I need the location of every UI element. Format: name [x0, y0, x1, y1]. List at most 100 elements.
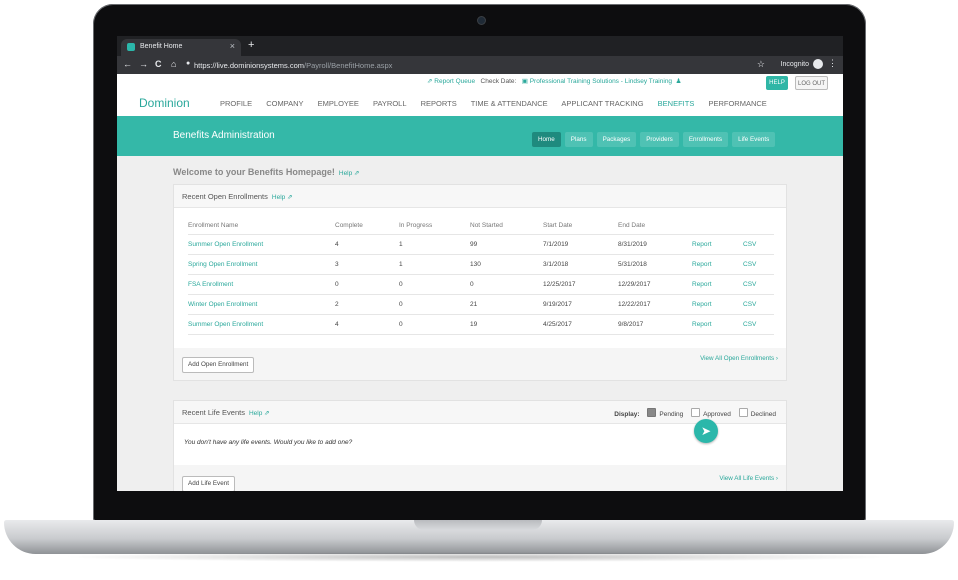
cell-not-started: 19	[470, 321, 478, 328]
user-icon[interactable]: ♟	[676, 78, 682, 85]
csv-link[interactable]: CSV	[743, 241, 756, 248]
back-icon[interactable]: ←	[123, 59, 132, 69]
enrollments-title: Recent Open Enrollments Help ⇗	[182, 192, 293, 201]
enrollments-panel-footer: Add Open Enrollment View All Open Enroll…	[174, 348, 786, 380]
cell-start-date: 3/1/2018	[543, 261, 569, 268]
bookmark-star-icon[interactable]: ☆	[757, 59, 765, 70]
nav-employee[interactable]: EMPLOYEE	[318, 99, 359, 108]
subtab-home[interactable]: Home	[532, 132, 561, 147]
life-events-help-link[interactable]: Help ⇗	[249, 410, 270, 417]
cell-end-date: 8/31/2019	[618, 241, 647, 248]
csv-link[interactable]: CSV	[743, 321, 756, 328]
life-events-title-text: Recent Life Events	[182, 408, 245, 417]
home-icon[interactable]: ⌂	[171, 59, 176, 69]
laptop-shadow	[60, 552, 898, 562]
new-tab-button[interactable]: +	[248, 39, 254, 51]
declined-checkbox[interactable]	[738, 408, 748, 417]
cell-complete: 3	[335, 261, 339, 268]
nav-benefits[interactable]: BENEFITS	[658, 99, 695, 108]
pending-label: Pending	[659, 411, 684, 418]
enrollment-name-link[interactable]: FSA Enrollment	[188, 281, 233, 288]
reload-icon[interactable]: C	[155, 59, 162, 69]
csv-link[interactable]: CSV	[743, 261, 756, 268]
cell-not-started: 99	[470, 241, 478, 248]
webcam-icon	[477, 16, 486, 25]
welcome-heading: Welcome to your Benefits Homepage! Help ⇗	[173, 167, 360, 177]
view-all-life-events-link[interactable]: View All Life Events ›	[719, 475, 778, 482]
report-link[interactable]: Report	[692, 301, 712, 308]
incognito-icon[interactable]	[813, 59, 823, 69]
brand-logo[interactable]: Dominion	[139, 96, 190, 110]
add-life-event-button[interactable]: Add Life Event	[182, 476, 235, 491]
csv-link[interactable]: CSV	[743, 281, 756, 288]
life-events-empty-message: You don't have any life events. Would yo…	[184, 439, 353, 446]
cell-complete: 0	[335, 281, 339, 288]
enrollment-name-link[interactable]: Summer Open Enrollment	[188, 321, 263, 328]
subtab-life-events[interactable]: Life Events	[732, 132, 776, 147]
address-bar: ← → C ⌂ ● https://live.dominionsystems.c…	[117, 56, 843, 74]
nav-time-attendance[interactable]: TIME & ATTENDANCE	[471, 99, 548, 108]
help-button[interactable]: HELP	[766, 76, 788, 90]
logout-button[interactable]: LOG OUT	[795, 76, 828, 90]
nav-performance[interactable]: PERFORMANCE	[708, 99, 766, 108]
browser-menu-icon[interactable]: ⋮	[828, 58, 837, 69]
csv-link[interactable]: CSV	[743, 301, 756, 308]
cell-end-date: 12/29/2017	[618, 281, 651, 288]
nav-company[interactable]: COMPANY	[266, 99, 303, 108]
col-enrollment-name: Enrollment Name	[188, 222, 239, 229]
forward-icon[interactable]: →	[139, 59, 148, 69]
check-date-label: Check Date:	[480, 78, 517, 85]
report-link[interactable]: Report	[692, 321, 712, 328]
report-link[interactable]: Report	[692, 261, 712, 268]
subtab-enrollments[interactable]: Enrollments	[682, 132, 729, 147]
approved-checkbox[interactable]	[691, 408, 701, 417]
report-link[interactable]: Report	[692, 241, 712, 248]
url-path: /Payroll/BenefitHome.aspx	[304, 61, 393, 70]
cell-in-progress: 0	[399, 321, 403, 328]
send-icon[interactable]: ➤	[694, 419, 718, 443]
enrollment-name-link[interactable]: Summer Open Enrollment	[188, 241, 263, 248]
nav-payroll[interactable]: PAYROLL	[373, 99, 407, 108]
utility-bar: ⇗ Report Queue Check Date: ▣ Professiona…	[427, 77, 682, 85]
nav-profile[interactable]: PROFILE	[220, 99, 252, 108]
table-row: Summer Open Enrollment 4 1 99 7/1/2019 8/31/2…	[188, 235, 774, 255]
incognito-label: Incognito	[780, 61, 809, 68]
report-queue-link[interactable]: Report Queue	[434, 78, 475, 85]
table-row: FSA Enrollment 0 0 0 12/25/2017 12/29/2017 Rep…	[188, 275, 774, 295]
url-field[interactable]: https://live.dominionsystems.com/Payroll…	[194, 61, 392, 70]
cell-complete: 4	[335, 241, 339, 248]
welcome-help-link[interactable]: Help ⇗	[339, 170, 360, 177]
subtab-packages[interactable]: Packages	[596, 132, 637, 147]
cell-end-date: 5/31/2018	[618, 261, 647, 268]
welcome-help-label: Help	[338, 170, 353, 177]
cell-start-date: 4/25/2017	[543, 321, 572, 328]
view-all-enrollments-link[interactable]: View All Open Enrollments ›	[700, 355, 778, 362]
enrollment-name-link[interactable]: Winter Open Enrollment	[188, 301, 257, 308]
life-events-display-filter: Display: Pending Approved Declined	[614, 408, 776, 418]
report-link[interactable]: Report	[692, 281, 712, 288]
enrollment-name-link[interactable]: Spring Open Enrollment	[188, 261, 257, 268]
cell-not-started: 130	[470, 261, 481, 268]
table-header-row: Enrollment Name Complete In Progress Not…	[188, 218, 774, 235]
declined-label: Declined	[750, 411, 776, 418]
enrollments-help-link[interactable]: Help ⇗	[272, 194, 293, 201]
browser-tab-strip: Benefit Home × +	[117, 36, 843, 56]
life-events-title: Recent Life Events Help ⇗	[182, 408, 270, 417]
company-selector[interactable]: Professional Training Solutions - Lindse…	[530, 78, 672, 85]
enrollments-panel-header: Recent Open Enrollments Help ⇗	[174, 185, 786, 208]
col-not-started: Not Started	[470, 222, 503, 229]
pending-checkbox[interactable]	[647, 408, 657, 417]
cell-start-date: 12/25/2017	[543, 281, 576, 288]
cell-in-progress: 1	[399, 241, 403, 248]
browser-tab[interactable]: Benefit Home ×	[121, 39, 241, 56]
nav-reports[interactable]: REPORTS	[421, 99, 457, 108]
cell-end-date: 9/8/2017	[618, 321, 644, 328]
tab-close-icon[interactable]: ×	[230, 41, 235, 51]
nav-applicant-tracking[interactable]: APPLICANT TRACKING	[561, 99, 643, 108]
add-open-enrollment-button[interactable]: Add Open Enrollment	[182, 357, 255, 373]
screen: Benefit Home × + ← → C ⌂ ● https://live.…	[117, 36, 843, 491]
cell-not-started: 21	[470, 301, 478, 308]
subtab-providers[interactable]: Providers	[640, 132, 679, 147]
cell-start-date: 7/1/2019	[543, 241, 569, 248]
subtab-plans[interactable]: Plans	[564, 132, 593, 147]
